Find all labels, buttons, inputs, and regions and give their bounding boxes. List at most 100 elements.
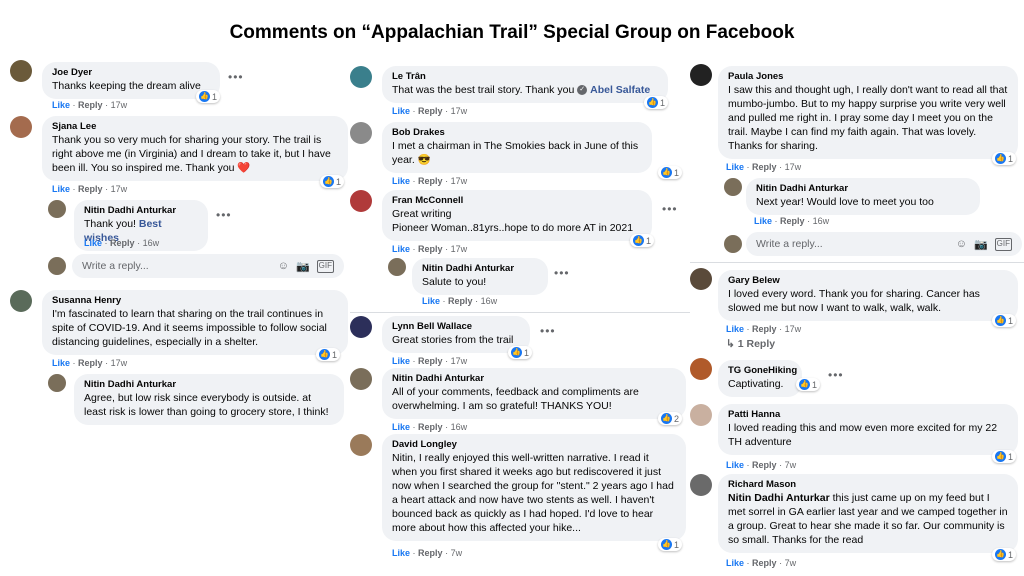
reaction-count[interactable]: 👍 1 bbox=[508, 346, 533, 359]
timestamp[interactable]: 17w bbox=[785, 162, 802, 172]
avatar[interactable] bbox=[48, 374, 66, 392]
like-link[interactable]: Like bbox=[52, 358, 70, 368]
avatar[interactable] bbox=[10, 60, 32, 82]
like-link[interactable]: Like bbox=[392, 548, 410, 558]
reply-link[interactable]: Reply bbox=[418, 244, 443, 254]
timestamp[interactable]: 17w bbox=[111, 184, 128, 194]
reply-link[interactable]: Reply bbox=[110, 238, 135, 248]
timestamp[interactable]: 17w bbox=[451, 106, 468, 116]
more-options-icon[interactable]: ••• bbox=[216, 208, 232, 222]
reaction-count[interactable]: 👍 1 bbox=[992, 450, 1017, 463]
reply-link[interactable]: Reply bbox=[78, 184, 103, 194]
timestamp[interactable]: 17w bbox=[451, 176, 468, 186]
comment-author[interactable]: Nitin Dadhi Anturkar bbox=[84, 378, 334, 391]
comment-author[interactable]: Joe Dyer bbox=[52, 66, 210, 79]
avatar[interactable] bbox=[388, 258, 406, 276]
avatar[interactable] bbox=[690, 474, 712, 496]
avatar[interactable] bbox=[48, 200, 66, 218]
reaction-count[interactable]: 👍 1 bbox=[992, 152, 1017, 165]
timestamp[interactable]: 17w bbox=[111, 358, 128, 368]
reply-link[interactable]: Reply bbox=[418, 356, 443, 366]
like-link[interactable]: Like bbox=[726, 460, 744, 470]
comment-author[interactable]: Bob Drakes bbox=[392, 126, 642, 139]
comment-author[interactable]: Nitin Dadhi Anturkar bbox=[392, 372, 676, 385]
like-link[interactable]: Like bbox=[392, 244, 410, 254]
reaction-count[interactable]: 👍 1 bbox=[658, 166, 683, 179]
timestamp[interactable]: 17w bbox=[785, 324, 802, 334]
timestamp[interactable]: 16w bbox=[481, 296, 498, 306]
comment-author[interactable]: Nitin Dadhi Anturkar bbox=[756, 182, 970, 195]
reply-link[interactable]: Reply bbox=[780, 216, 805, 226]
more-options-icon[interactable]: ••• bbox=[662, 202, 678, 216]
reply-link[interactable]: Reply bbox=[752, 324, 777, 334]
like-link[interactable]: Like bbox=[84, 238, 102, 248]
write-reply-input[interactable]: Write a reply... ☺ 📷 GIF bbox=[746, 232, 1022, 256]
camera-icon[interactable]: 📷 bbox=[296, 260, 310, 273]
avatar[interactable] bbox=[10, 116, 32, 138]
comment-author[interactable]: Lynn Bell Wallace bbox=[392, 320, 520, 333]
reply-link[interactable]: Reply bbox=[752, 460, 777, 470]
avatar[interactable] bbox=[350, 316, 372, 338]
reply-link[interactable]: Reply bbox=[418, 422, 443, 432]
comment-author[interactable]: Gary Belew bbox=[728, 274, 1008, 287]
reaction-count[interactable]: 👍 1 bbox=[644, 96, 669, 109]
like-link[interactable]: Like bbox=[726, 324, 744, 334]
reply-link[interactable]: Reply bbox=[752, 162, 777, 172]
timestamp[interactable]: 17w bbox=[451, 244, 468, 254]
like-link[interactable]: Like bbox=[52, 184, 70, 194]
like-link[interactable]: Like bbox=[52, 100, 70, 110]
reaction-count[interactable]: 👍 1 bbox=[316, 348, 341, 361]
reaction-count[interactable]: 👍 1 bbox=[658, 538, 683, 551]
emoji-icon[interactable]: ☺ bbox=[956, 238, 967, 251]
reply-link[interactable]: Reply bbox=[418, 548, 443, 558]
more-options-icon[interactable]: ••• bbox=[554, 266, 570, 280]
avatar[interactable] bbox=[690, 404, 712, 426]
timestamp[interactable]: 7w bbox=[785, 460, 797, 470]
timestamp[interactable]: 7w bbox=[785, 558, 797, 568]
comment-author[interactable]: Sjana Lee bbox=[52, 120, 338, 133]
emoji-icon[interactable]: ☺ bbox=[278, 260, 289, 273]
avatar[interactable] bbox=[350, 66, 372, 88]
more-options-icon[interactable]: ••• bbox=[828, 368, 844, 382]
timestamp[interactable]: 17w bbox=[111, 100, 128, 110]
reaction-count[interactable]: 👍 1 bbox=[992, 548, 1017, 561]
avatar[interactable] bbox=[350, 122, 372, 144]
avatar[interactable] bbox=[724, 178, 742, 196]
like-link[interactable]: Like bbox=[726, 162, 744, 172]
timestamp[interactable]: 16w bbox=[143, 238, 160, 248]
avatar[interactable] bbox=[350, 368, 372, 390]
timestamp[interactable]: 16w bbox=[451, 422, 468, 432]
like-link[interactable]: Like bbox=[392, 106, 410, 116]
view-replies-link[interactable]: ↳ 1 Reply bbox=[726, 338, 775, 350]
more-options-icon[interactable]: ••• bbox=[228, 70, 244, 84]
like-link[interactable]: Like bbox=[726, 558, 744, 568]
more-options-icon[interactable]: ••• bbox=[540, 324, 556, 338]
reply-link[interactable]: Reply bbox=[418, 176, 443, 186]
comment-author[interactable]: Paula Jones bbox=[728, 70, 1008, 83]
comment-author[interactable]: Fran McConnell bbox=[392, 194, 642, 207]
reply-link[interactable]: Reply bbox=[78, 100, 103, 110]
like-link[interactable]: Like bbox=[392, 176, 410, 186]
comment-author[interactable]: Richard Mason bbox=[728, 478, 1008, 491]
reply-link[interactable]: Reply bbox=[418, 106, 443, 116]
reaction-count[interactable]: 👍 1 bbox=[320, 175, 345, 188]
avatar[interactable] bbox=[350, 190, 372, 212]
timestamp[interactable]: 7w bbox=[451, 548, 463, 558]
comment-author[interactable]: Nitin Dadhi Anturkar bbox=[422, 262, 538, 275]
like-link[interactable]: Like bbox=[422, 296, 440, 306]
gif-icon[interactable]: GIF bbox=[316, 259, 334, 273]
reply-link[interactable]: Reply bbox=[448, 296, 473, 306]
reaction-count[interactable]: 👍 1 bbox=[796, 378, 821, 391]
reaction-count[interactable]: 👍 1 bbox=[992, 314, 1017, 327]
write-reply-input[interactable]: Write a reply... ☺ 📷 GIF bbox=[72, 254, 344, 278]
comment-author[interactable]: TG GoneHiking bbox=[728, 364, 797, 377]
like-link[interactable]: Like bbox=[392, 422, 410, 432]
avatar[interactable] bbox=[690, 64, 712, 86]
comment-author[interactable]: Patti Hanna bbox=[728, 408, 1008, 421]
comment-author[interactable]: Nitin Dadhi Anturkar bbox=[84, 204, 198, 217]
reply-link[interactable]: Reply bbox=[78, 358, 103, 368]
like-link[interactable]: Like bbox=[392, 356, 410, 366]
reaction-count[interactable]: 👍 1 bbox=[196, 90, 221, 103]
avatar[interactable] bbox=[350, 434, 372, 456]
gif-icon[interactable]: GIF bbox=[994, 237, 1012, 251]
